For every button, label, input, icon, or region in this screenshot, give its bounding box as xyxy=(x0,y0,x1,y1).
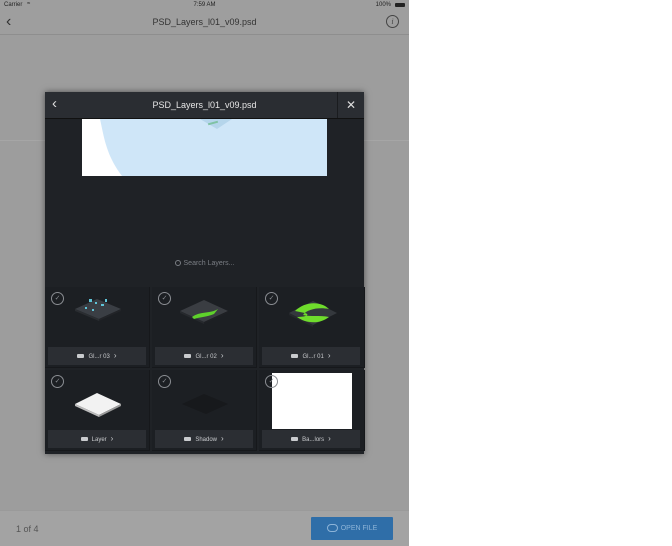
folder-icon xyxy=(291,354,299,359)
chevron-right-icon: › xyxy=(110,434,114,443)
layer-label: Gl...r 01 xyxy=(302,354,324,360)
info-icon[interactable]: i xyxy=(386,15,399,28)
page-indicator: 1 of 4 xyxy=(16,524,39,534)
psd-preview-image xyxy=(82,119,327,176)
battery-icon xyxy=(395,3,405,7)
layer-group-button[interactable]: Ba...lors › xyxy=(262,430,360,448)
check-icon[interactable]: ✓ xyxy=(158,292,171,305)
folder-icon xyxy=(291,437,299,442)
device-screen: Carrier ≈ 7:59 AM 100% ‹ PSD_Layers_l01_… xyxy=(0,0,409,546)
search-layers-field[interactable]: Search Layers... xyxy=(45,260,364,267)
layer-label: Gl...r 03 xyxy=(88,354,110,360)
layer-label: Ba...lors xyxy=(302,437,325,443)
folder-icon xyxy=(184,437,192,442)
folder-icon xyxy=(77,354,85,359)
layer-label: Layer xyxy=(91,437,107,443)
status-time: 7:59 AM xyxy=(193,2,216,8)
open-file-label: OPEN FILE xyxy=(340,525,378,532)
check-icon[interactable]: ✓ xyxy=(265,292,278,305)
layer-label: Shadow xyxy=(195,437,217,443)
layer-tile[interactable]: ✓ Gl...r 03 › xyxy=(45,287,150,368)
bottom-toolbar: 1 of 4 OPEN FILE xyxy=(0,511,409,546)
search-placeholder: Search Layers... xyxy=(183,260,235,267)
close-icon[interactable]: ✕ xyxy=(337,92,364,118)
open-file-button[interactable]: OPEN FILE xyxy=(311,517,393,540)
layer-tile[interactable]: ✓ Layer › xyxy=(45,370,150,451)
chevron-right-icon: › xyxy=(328,434,331,443)
nav-bar: ‹ PSD_Layers_l01_v09.psd i xyxy=(0,11,409,35)
creative-cloud-icon xyxy=(326,524,338,533)
battery-percent: 100% xyxy=(375,2,391,8)
layers-grid: ✓ Gl...r 03 › ✓ Gl...r 02 › ✓ Gl...r 01 … xyxy=(45,287,365,454)
layer-group-button[interactable]: Gl...r 02 › xyxy=(155,347,253,365)
check-icon[interactable]: ✓ xyxy=(158,375,171,388)
layer-group-button[interactable]: Gl...r 01 › xyxy=(262,347,360,365)
layer-thumbnail xyxy=(272,373,352,429)
layers-modal: ‹ PSD_Layers_l01_v09.psd ✕ Search Layers… xyxy=(45,92,365,454)
check-icon[interactable]: ✓ xyxy=(51,375,64,388)
page-title: PSD_Layers_l01_v09.psd xyxy=(152,17,257,27)
folder-icon xyxy=(184,354,192,359)
check-icon[interactable]: ✓ xyxy=(265,375,278,388)
layer-group-button[interactable]: Gl...r 03 › xyxy=(48,347,146,365)
check-icon[interactable]: ✓ xyxy=(51,292,64,305)
modal-title: PSD_Layers_l01_v09.psd xyxy=(152,100,257,110)
layer-group-button[interactable]: Layer › xyxy=(48,430,146,448)
layer-label: Gl...r 02 xyxy=(195,354,217,360)
status-bar: Carrier ≈ 7:59 AM 100% xyxy=(0,0,409,11)
chevron-right-icon: › xyxy=(220,351,224,360)
layer-group-button[interactable]: Shadow › xyxy=(155,430,253,448)
layer-tile[interactable]: ✓ Gl...r 02 › xyxy=(152,287,257,368)
search-icon xyxy=(174,260,181,267)
folder-icon xyxy=(80,437,88,442)
chevron-right-icon: › xyxy=(221,434,224,443)
layer-tile[interactable]: ✓ Shadow › xyxy=(152,370,257,451)
layer-tile[interactable]: ✓ Gl...r 01 › xyxy=(259,287,365,368)
preview-artwork xyxy=(82,119,232,176)
layer-tile[interactable]: ✓ Ba...lors › xyxy=(259,370,365,451)
chevron-right-icon: › xyxy=(327,351,331,360)
chevron-right-icon: › xyxy=(113,351,117,360)
modal-header: ‹ PSD_Layers_l01_v09.psd ✕ xyxy=(45,92,364,119)
